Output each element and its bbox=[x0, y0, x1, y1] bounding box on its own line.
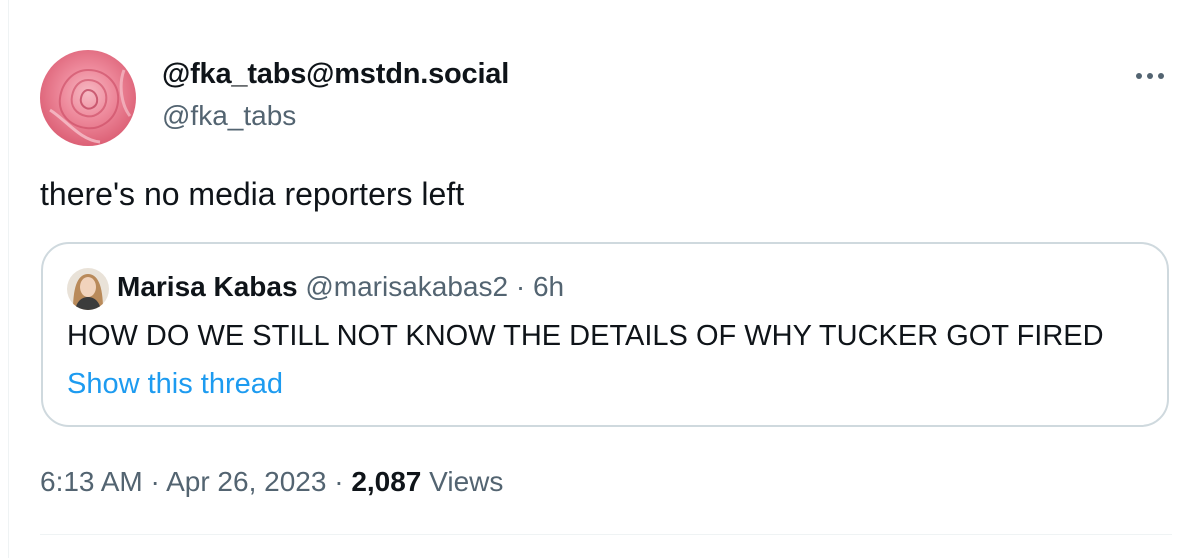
person-avatar-icon bbox=[67, 268, 109, 310]
quoted-author-name[interactable]: Marisa Kabas bbox=[117, 271, 298, 302]
more-dots-icon bbox=[1147, 73, 1153, 79]
show-thread-link[interactable]: Show this thread bbox=[67, 368, 283, 401]
quoted-tweet-text: HOW DO WE STILL NOT KNOW THE DETAILS OF … bbox=[67, 320, 1104, 352]
tweet-date[interactable]: Apr 26, 2023 bbox=[166, 466, 326, 497]
quoted-author-handle[interactable]: @marisakabas2 bbox=[305, 271, 508, 302]
quoted-tweet-card[interactable]: Marisa Kabas @marisakabas2 · 6h HOW DO W… bbox=[41, 242, 1169, 427]
views-count: 2,087 bbox=[351, 466, 422, 497]
more-options-button[interactable] bbox=[1128, 60, 1172, 92]
more-dots-icon bbox=[1158, 73, 1164, 79]
bottom-divider bbox=[40, 534, 1172, 535]
tweet-meta: 6:13 AM · Apr 26, 2023 · 2,087 Views bbox=[40, 466, 503, 498]
author-handle[interactable]: @fka_tabs bbox=[162, 100, 296, 132]
quoted-tweet-header: Marisa Kabas @marisakabas2 · 6h bbox=[117, 271, 564, 303]
meta-separator: · bbox=[150, 466, 160, 497]
rose-avatar-icon bbox=[40, 50, 136, 146]
tweet-time[interactable]: 6:13 AM bbox=[40, 466, 143, 497]
author-display-name[interactable]: @fka_tabs@mstdn.social bbox=[162, 58, 509, 91]
quoted-timestamp[interactable]: 6h bbox=[533, 271, 564, 302]
meta-separator: · bbox=[334, 466, 344, 497]
more-dots-icon bbox=[1136, 73, 1142, 79]
quoted-separator: · bbox=[515, 271, 526, 302]
views-label: Views bbox=[429, 466, 504, 497]
author-avatar[interactable] bbox=[40, 50, 136, 146]
quoted-author-avatar[interactable] bbox=[67, 268, 109, 310]
tweet-text: there's no media reporters left bbox=[40, 176, 465, 212]
tweet: @fka_tabs@mstdn.social @fka_tabs there's… bbox=[0, 0, 1204, 558]
